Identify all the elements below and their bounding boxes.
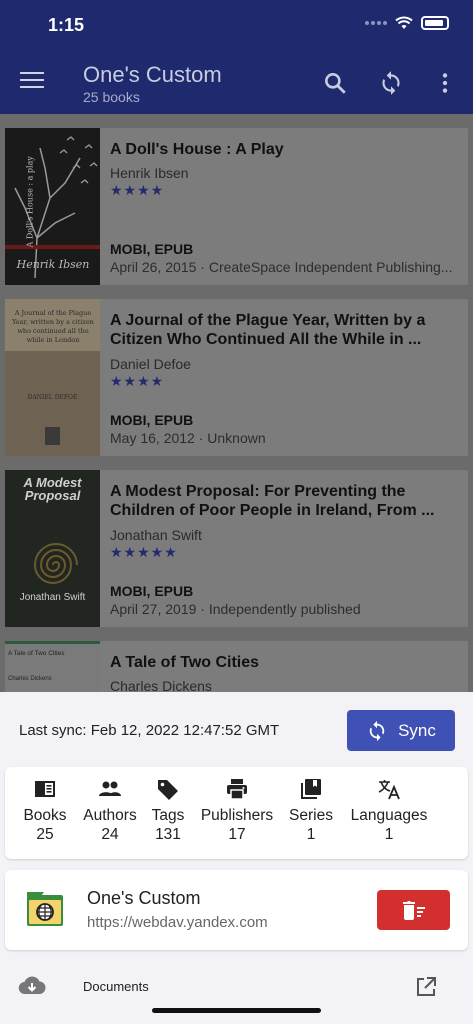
stat-tags[interactable]: Tags 131 (147, 777, 189, 844)
book-meta: April 27, 2019 · Independently published (110, 601, 361, 617)
book-title: A Doll's House : A Play (110, 141, 284, 158)
cover-author: Charles Dickens (8, 676, 52, 682)
cover-author: Jonathan Swift (19, 592, 86, 603)
stat-label: Authors (83, 807, 137, 824)
list-item[interactable]: A Journal of the Plague Year, written by… (5, 299, 468, 456)
stat-count: 1 (384, 826, 394, 843)
open-external-icon[interactable] (415, 976, 437, 998)
book-icon (35, 781, 55, 797)
status-bar: 1:15 (0, 0, 473, 50)
app-bar: One's Custom 25 books (0, 52, 473, 114)
list-item[interactable]: A Tale of Two Cities Charles Dickens A T… (5, 641, 468, 692)
cover-title: A Journal of the Plague Year, written by… (12, 309, 94, 344)
book-formats: MOBI, EPUB (110, 412, 194, 428)
cover-title: A Tale of Two Cities (8, 650, 65, 657)
stat-count: 25 (36, 826, 54, 843)
sync-button[interactable]: Sync (347, 710, 455, 751)
documents-label: Documents (83, 979, 149, 994)
stat-count: 131 (155, 826, 181, 843)
people-icon (99, 781, 121, 796)
stat-label: Languages (350, 807, 428, 824)
book-list: Henrik Ibsen A Doll's House : a play A D… (0, 114, 473, 692)
book-cover: A Modest Proposal Jonathan Swift (5, 470, 100, 627)
rating-stars: ★★★★★ (110, 544, 178, 560)
book-formats: MOBI, EPUB (110, 241, 194, 257)
book-author: Henrik Ibsen (110, 165, 189, 181)
stat-label: Series (289, 807, 333, 824)
status-time: 1:15 (48, 15, 85, 35)
cover-spiral (33, 543, 78, 584)
book-cover: A Tale of Two Cities Charles Dickens (5, 641, 100, 692)
list-item[interactable]: Henrik Ibsen A Doll's House : a play A D… (5, 128, 468, 285)
wifi-icon (395, 16, 413, 29)
book-title: A Journal of the Plague Year, Written by… (110, 312, 426, 348)
battery-icon (421, 16, 449, 30)
translate-icon (378, 780, 400, 800)
cover-author: Henrik Ibsen (16, 258, 90, 271)
stat-label: Tags (151, 807, 185, 824)
book-count: 25 books (83, 89, 140, 105)
book-author: Jonathan Swift (110, 527, 202, 543)
book-meta: April 26, 2015 · CreateSpace Independent… (110, 259, 453, 275)
rating-stars: ★★★★ (110, 373, 165, 389)
book-author: Daniel Defoe (110, 356, 191, 372)
delete-library-button[interactable] (377, 890, 450, 930)
status-icons (365, 16, 449, 30)
stat-label: Books (23, 807, 67, 824)
library-url: https://webdav.yandex.com (87, 914, 268, 931)
book-cover: Henrik Ibsen A Doll's House : a play (5, 128, 100, 285)
search-icon[interactable] (322, 70, 348, 96)
documents-row[interactable]: Documents (0, 964, 473, 1010)
stat-label: Publishers (200, 807, 274, 824)
app-title: One's Custom (83, 62, 222, 87)
rating-stars: ★★★★ (110, 182, 165, 198)
delete-sweep-icon (402, 901, 425, 920)
book-meta: May 16, 2012 · Unknown (110, 430, 266, 446)
sync-icon (369, 720, 385, 741)
list-item[interactable]: A Modest Proposal Jonathan Swift A Modes… (5, 470, 468, 627)
menu-button[interactable] (20, 72, 44, 92)
stat-languages[interactable]: Languages 1 (345, 777, 433, 844)
stat-publishers[interactable]: Publishers 17 (196, 777, 278, 844)
library-stats: Books 25 Authors 24 Tags 131 Publishers … (5, 767, 468, 859)
stat-count: 24 (101, 826, 119, 843)
stat-authors[interactable]: Authors 24 (79, 777, 141, 844)
library-icon (301, 779, 321, 799)
sync-button-label: Sync (398, 720, 436, 740)
book-formats: MOBI, EPUB (110, 583, 194, 599)
stat-series[interactable]: Series 1 (285, 777, 337, 844)
last-sync-text: Last sync: Feb 12, 2022 12:47:52 GMT (19, 722, 280, 739)
book-author: Charles Dickens (110, 678, 212, 692)
book-title: A Modest Proposal: For Preventing the Ch… (110, 483, 435, 519)
book-cover: A Journal of the Plague Year, written by… (5, 299, 100, 456)
library-name: One's Custom (87, 888, 201, 908)
refresh-icon[interactable] (378, 70, 404, 96)
stat-books[interactable]: Books 25 (21, 777, 69, 844)
signal-icon (365, 21, 387, 25)
app-header: 1:15 One's Custom 25 books (0, 0, 473, 114)
cover-author: DANIEL DEFOE (27, 394, 78, 401)
book-title: A Tale of Two Cities (110, 654, 260, 671)
cloud-download-icon (18, 976, 46, 995)
webdav-folder-icon (27, 892, 63, 926)
tag-icon (158, 780, 178, 800)
cover-title: A Doll's House : a play (25, 156, 35, 248)
home-indicator (152, 1008, 321, 1013)
printer-icon (227, 779, 247, 800)
stat-count: 17 (228, 826, 246, 843)
stat-count: 1 (306, 826, 316, 843)
library-card[interactable]: One's Custom https://webdav.yandex.com (5, 870, 468, 950)
more-vert-icon[interactable] (432, 70, 458, 96)
library-sheet: Last sync: Feb 12, 2022 12:47:52 GMT Syn… (0, 692, 473, 1024)
